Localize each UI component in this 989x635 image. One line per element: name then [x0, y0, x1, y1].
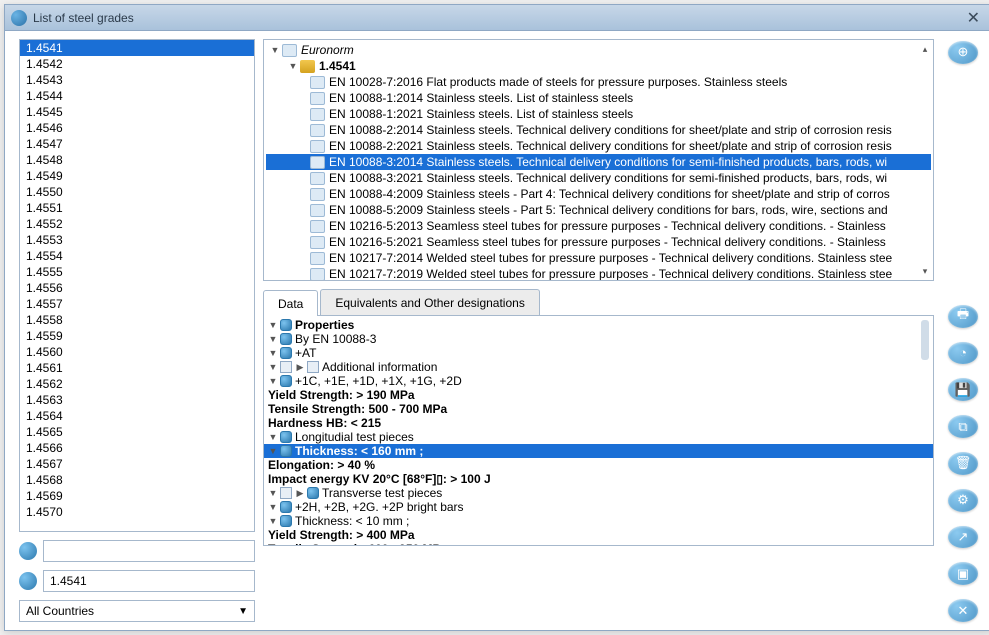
tree-row[interactable]: EN 10088-3:2014 Stainless steels. Techni… [266, 154, 931, 170]
grade-list[interactable]: 1.45411.45421.45431.45441.45451.45461.45… [19, 39, 255, 532]
window-title: List of steel grades [33, 11, 134, 25]
data-panel[interactable]: ▼Properties ▼By EN 10088-3 ▼+AT ▼▶Additi… [263, 316, 934, 546]
tree-row[interactable]: EN 10088-5:2009 Stainless steels - Part … [266, 202, 931, 218]
tree-row[interactable]: EN 10088-1:2014 Stainless steels. List o… [266, 90, 931, 106]
property-row[interactable]: ▼+AT [264, 346, 933, 360]
tree-row[interactable]: EN 10088-2:2021 Stainless steels. Techni… [266, 138, 931, 154]
property-row[interactable]: Impact energy KV 20°C [68°F]▯: > 100 J [264, 472, 933, 486]
tree-row[interactable]: EN 10088-3:2021 Stainless steels. Techni… [266, 170, 931, 186]
basket-icon[interactable]: 🗑 [948, 452, 978, 475]
tab-bar: Data Equivalents and Other designations [263, 289, 934, 316]
grade-item[interactable]: 1.4567 [20, 456, 254, 472]
stack-icon[interactable]: ▣ [948, 562, 978, 585]
grade-item[interactable]: 1.4555 [20, 264, 254, 280]
left-pane: 1.45411.45421.45431.45441.45451.45461.45… [5, 31, 263, 630]
grade-item[interactable]: 1.4547 [20, 136, 254, 152]
chart-icon[interactable]: ◔ [948, 342, 978, 365]
grade-item[interactable]: 1.4553 [20, 232, 254, 248]
grade-item[interactable]: 1.4543 [20, 72, 254, 88]
property-row[interactable]: ▼+2H, +2B, +2G. +2P bright bars [264, 500, 933, 514]
grade-item[interactable]: 1.4562 [20, 376, 254, 392]
grade-item[interactable]: 1.4550 [20, 184, 254, 200]
grade-item[interactable]: 1.4551 [20, 200, 254, 216]
grade-item[interactable]: 1.4559 [20, 328, 254, 344]
property-row[interactable]: ▼▶Transverse test pieces [264, 486, 933, 500]
scrollbar[interactable] [919, 318, 931, 543]
tree-row[interactable]: EN 10217-7:2019 Welded steel tubes for p… [266, 266, 931, 281]
country-filter-dropdown[interactable]: All Countries ▼ [19, 600, 255, 622]
property-row[interactable]: Elongation: > 40 % [264, 458, 933, 472]
save-icon[interactable]: 💾 [948, 378, 978, 401]
tree-row[interactable]: EN 10217-7:2014 Welded steel tubes for p… [266, 250, 931, 266]
property-row[interactable]: ▼By EN 10088-3 [264, 332, 933, 346]
tree-row[interactable]: EN 10216-5:2021 Seamless steel tubes for… [266, 234, 931, 250]
grade-item[interactable]: 1.4542 [20, 56, 254, 72]
tab-equivalents[interactable]: Equivalents and Other designations [320, 289, 539, 315]
grade-item[interactable]: 1.4548 [20, 152, 254, 168]
steel-grades-window: List of steel grades ✕ 1.45411.45421.454… [4, 4, 989, 631]
property-row[interactable]: ▼▶Additional information [264, 360, 933, 374]
grade-item[interactable]: 1.4557 [20, 296, 254, 312]
copy-icon[interactable]: ⧉ [948, 415, 978, 438]
pin-icon[interactable] [19, 572, 37, 590]
target-icon[interactable]: ⊕ [948, 41, 978, 64]
tree-row[interactable]: EN 10216-5:2013 Seamless steel tubes for… [266, 218, 931, 234]
country-filter-value: All Countries [26, 604, 94, 618]
search-icon[interactable] [19, 542, 37, 560]
export-icon[interactable]: ↗ [948, 526, 978, 549]
property-row[interactable]: Hardness HB: < 215 [264, 416, 933, 430]
gear-icon[interactable]: ⚙ [948, 489, 978, 512]
close-icon[interactable]: ✕ [961, 6, 986, 30]
tree-row[interactable]: EN 10028-7:2016 Flat products made of st… [266, 74, 931, 90]
pinned-grade-input[interactable] [43, 570, 255, 592]
grade-item[interactable]: 1.4552 [20, 216, 254, 232]
print-icon[interactable]: 🖶 [948, 305, 978, 328]
standards-tree[interactable]: ▼Euronorm▼1.4541EN 10028-7:2016 Flat pro… [263, 39, 934, 281]
tree-row[interactable]: ▼Euronorm [266, 42, 931, 58]
grade-item[interactable]: 1.4565 [20, 424, 254, 440]
property-row[interactable]: Tensile Strength: 600 - 950 MPa [264, 542, 933, 546]
grade-item[interactable]: 1.4563 [20, 392, 254, 408]
grade-item[interactable]: 1.4544 [20, 88, 254, 104]
property-row[interactable]: ▼Properties [264, 318, 933, 332]
app-icon [11, 10, 27, 26]
property-row[interactable]: Yield Strength: > 190 MPa [264, 388, 933, 402]
grade-item[interactable]: 1.4554 [20, 248, 254, 264]
search-input[interactable] [43, 540, 255, 562]
grade-item[interactable]: 1.4558 [20, 312, 254, 328]
property-row[interactable]: Yield Strength: > 400 MPa [264, 528, 933, 542]
titlebar: List of steel grades ✕ [5, 5, 989, 31]
grade-item[interactable]: 1.4569 [20, 488, 254, 504]
grade-item[interactable]: 1.4570 [20, 504, 254, 520]
property-row[interactable]: ▼Thickness: < 160 mm ; [264, 444, 933, 458]
grade-item[interactable]: 1.4568 [20, 472, 254, 488]
grade-item[interactable]: 1.4541 [20, 40, 254, 56]
right-toolbar: ⊕ 🖶 ◔ 💾 ⧉ 🗑 ⚙ ↗ ▣ ✕ [942, 39, 984, 622]
tree-row[interactable]: EN 10088-1:2021 Stainless steels. List o… [266, 106, 931, 122]
grade-item[interactable]: 1.4561 [20, 360, 254, 376]
grade-item[interactable]: 1.4566 [20, 440, 254, 456]
tree-row[interactable]: EN 10088-4:2009 Stainless steels - Part … [266, 186, 931, 202]
tab-data[interactable]: Data [263, 290, 318, 316]
grade-item[interactable]: 1.4546 [20, 120, 254, 136]
tree-row[interactable]: EN 10088-2:2014 Stainless steels. Techni… [266, 122, 931, 138]
property-row[interactable]: ▼Thickness: < 10 mm ; [264, 514, 933, 528]
chevron-down-icon: ▼ [238, 606, 248, 617]
property-row[interactable]: Tensile Strength: 500 - 700 MPa [264, 402, 933, 416]
property-row[interactable]: ▼Longitudial test pieces [264, 430, 933, 444]
close-icon[interactable]: ✕ [948, 599, 978, 622]
tree-row[interactable]: ▼1.4541 [266, 58, 931, 74]
grade-item[interactable]: 1.4549 [20, 168, 254, 184]
grade-item[interactable]: 1.4560 [20, 344, 254, 360]
property-row[interactable]: ▼+1C, +1E, +1D, +1X, +1G, +2D [264, 374, 933, 388]
scrollbar[interactable]: ▴▾ [919, 60, 931, 278]
grade-item[interactable]: 1.4564 [20, 408, 254, 424]
grade-item[interactable]: 1.4556 [20, 280, 254, 296]
grade-item[interactable]: 1.4545 [20, 104, 254, 120]
